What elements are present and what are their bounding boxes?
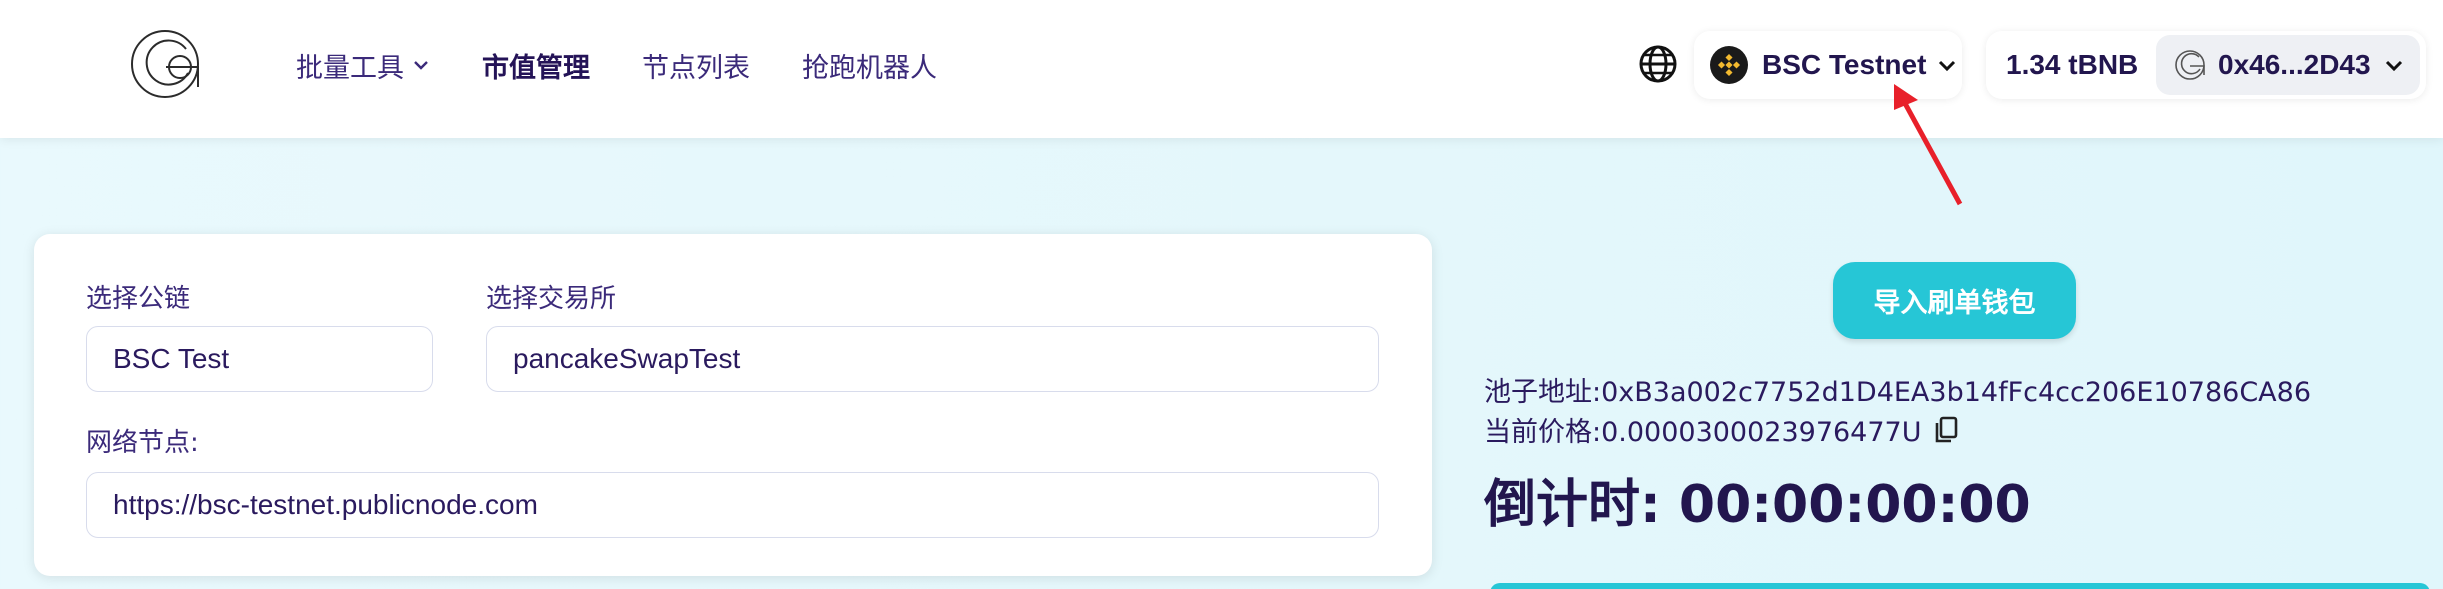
chevron-down-icon	[1939, 60, 1956, 72]
nav-item-label: 节点列表	[642, 52, 750, 84]
countdown-timer: 倒计时: 00:00:00:00	[1484, 475, 2031, 535]
node-url-input[interactable]: https://bsc-testnet.publicnode.com	[86, 472, 1379, 538]
annotation-arrow	[1894, 84, 1963, 206]
settings-card: 选择公链 BSC Test 选择交易所 pancakeSwapTest 网络节点…	[34, 234, 1432, 576]
import-wallet-button[interactable]: 导入刷单钱包	[1833, 262, 2076, 339]
nav-item-label: 批量工具	[296, 52, 404, 84]
main-nav: 批量工具 市值管理 节点列表 抢跑机器人	[296, 0, 989, 130]
bnb-icon	[1710, 46, 1748, 84]
pool-address: 池子地址:0xB3a002c7752d1D4EA3b14fFc4cc206E10…	[1484, 370, 2311, 409]
top-navbar: 批量工具 市值管理 节点列表 抢跑机器人 BSC Testnet 1.34 tB…	[0, 0, 2443, 138]
account-box: 1.34 tBNB 0x46...2D43	[1986, 31, 2426, 99]
nav-item-frontrun-bot[interactable]: 抢跑机器人	[802, 46, 937, 85]
nav-item-batch-tools[interactable]: 批量工具	[296, 46, 430, 85]
globe-icon[interactable]	[1638, 44, 1678, 84]
wallet-avatar-icon	[2175, 50, 2205, 80]
chain-value: BSC Test	[113, 343, 230, 374]
wallet-address-button[interactable]: 0x46...2D43	[2156, 35, 2420, 95]
copy-icon[interactable]	[1932, 415, 1960, 445]
nav-item-label: 市值管理	[482, 52, 590, 84]
nav-item-market-cap[interactable]: 市值管理	[482, 46, 590, 85]
balance-label: 1.34 tBNB	[2006, 49, 2139, 80]
chevron-down-icon	[2385, 60, 2402, 72]
action-button[interactable]	[1490, 583, 2430, 589]
chain-label: 选择公链	[86, 284, 191, 314]
node-label: 网络节点:	[86, 428, 199, 458]
exchange-select[interactable]: pancakeSwapTest	[486, 326, 1379, 392]
exchange-label: 选择交易所	[486, 284, 617, 314]
current-price: 当前价格:0.0000300023976477U	[1484, 410, 1960, 449]
import-wallet-label: 导入刷单钱包	[1873, 288, 2036, 319]
pool-address-text: 池子地址:0xB3a002c7752d1D4EA3b14fFc4cc206E10…	[1484, 377, 2311, 408]
network-label: BSC Testnet	[1762, 49, 1927, 80]
nav-item-label: 抢跑机器人	[802, 52, 937, 84]
node-url-value: https://bsc-testnet.publicnode.com	[113, 489, 538, 520]
current-price-text: 当前价格:0.0000300023976477U	[1484, 417, 1922, 448]
chevron-down-icon	[414, 61, 428, 70]
app-logo[interactable]	[128, 27, 208, 101]
exchange-value: pancakeSwapTest	[513, 343, 741, 374]
wallet-address: 0x46...2D43	[2218, 49, 2371, 80]
nav-item-node-list[interactable]: 节点列表	[642, 46, 750, 85]
chain-select[interactable]: BSC Test	[86, 326, 433, 392]
